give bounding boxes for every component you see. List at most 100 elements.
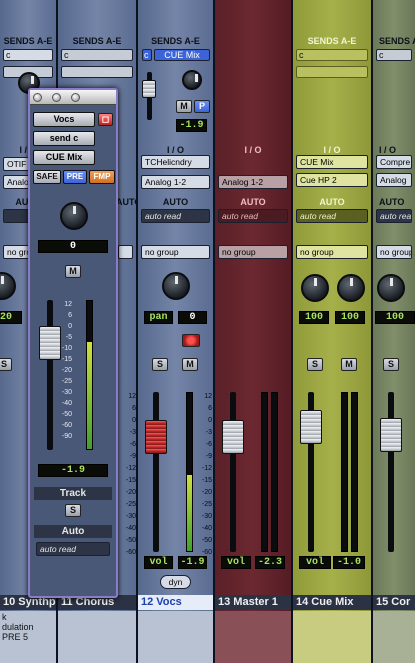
send-fader-track[interactable] [47, 300, 53, 450]
send-slot-a[interactable]: c [296, 49, 368, 61]
sends-header: SENDS A-E [72, 36, 122, 46]
dyn-button[interactable]: dyn [160, 575, 191, 589]
scale-tick-label: -60 [61, 422, 72, 429]
solo-button[interactable]: S [307, 358, 323, 371]
sends-header: SENDS A-E [379, 36, 415, 46]
scale-tick-label: -20 [61, 367, 72, 374]
pre-button[interactable]: PRE [63, 170, 87, 184]
auto-section-label: Auto [34, 525, 112, 538]
meter-scale-label: -6 [129, 441, 136, 448]
mute-button[interactable]: M [182, 358, 198, 371]
input-selector[interactable]: TCHelicndry [141, 155, 210, 169]
send-pan-value: 0 [38, 240, 108, 253]
send-slot-b[interactable]: CUE Mix [154, 49, 210, 61]
record-enable-button[interactable] [182, 334, 200, 347]
send-mute-button[interactable]: M [65, 265, 81, 278]
send-mute-button[interactable]: M [176, 100, 192, 113]
pan-knob-left[interactable] [301, 274, 329, 302]
close-window-icon[interactable] [33, 93, 42, 102]
group-selector[interactable]: no group [141, 245, 210, 259]
track-comments[interactable] [138, 611, 213, 663]
send-automation-mode[interactable]: auto read [36, 542, 110, 556]
io-header: I / O [166, 145, 184, 155]
send-slot-a[interactable]: c [61, 49, 133, 61]
send-level-knob[interactable] [182, 70, 202, 90]
scale-tick-label: 0 [68, 323, 72, 330]
sends-header: SENDS A-E [307, 36, 357, 46]
send-pan-knob[interactable] [60, 202, 88, 230]
track-comments[interactable] [373, 611, 415, 663]
volume-fader-track[interactable] [153, 392, 159, 552]
volume-fader-cap[interactable] [380, 418, 402, 452]
output-selector[interactable]: Cue HP 2 [296, 173, 368, 187]
volume-fader-cap[interactable] [145, 420, 167, 454]
output-selector[interactable]: Analog 1-2 [218, 175, 288, 189]
zoom-window-icon[interactable] [71, 93, 80, 102]
pan-knob[interactable] [377, 274, 405, 302]
pan-knob-right[interactable] [337, 274, 365, 302]
scale-tick-label: -25 [61, 378, 72, 385]
group-selector[interactable]: no group [296, 245, 368, 259]
send-slot-a[interactable]: c [3, 49, 53, 61]
send-slot-a[interactable]: c [142, 49, 152, 61]
meter-scale-label: -15 [125, 477, 136, 484]
sends-header: SENDS A-E [151, 36, 200, 46]
volume-fader-cap[interactable] [300, 410, 322, 444]
automation-mode[interactable]: auto rea [376, 209, 412, 223]
meter-scale-label: 12 [204, 393, 212, 400]
solo-button[interactable]: S [152, 358, 168, 371]
solo-button[interactable]: S [383, 358, 399, 371]
meter-scale-label: -40 [201, 525, 212, 532]
automation-mode[interactable]: auto read [296, 209, 368, 223]
send-output-window[interactable]: Vocs ◻ send c CUE Mix SAFE PRE FMP 0 M 1… [28, 88, 118, 598]
output-selector[interactable]: Analog 1-2 [141, 175, 210, 189]
level-meter-right [351, 392, 358, 552]
meter-scale-label: -20 [125, 489, 136, 496]
group-selector[interactable] [118, 245, 133, 259]
meter-scale-label: -30 [125, 513, 136, 520]
track-name[interactable]: 13 Master 1 [215, 595, 291, 610]
fmp-button[interactable]: FMP [89, 170, 115, 184]
send-solo-button[interactable]: S [65, 504, 81, 517]
track-name[interactable]: 12 Vocs [138, 595, 213, 610]
mute-button[interactable]: M [341, 358, 357, 371]
track-comments[interactable]: k dulation PRE 5 [0, 611, 56, 663]
send-selector[interactable]: send c [33, 131, 95, 146]
track-name[interactable]: 14 Cue Mix [293, 595, 371, 610]
send-pre-button[interactable]: P [194, 100, 210, 113]
auto-header: AUTO [319, 197, 345, 207]
meter-scale-label: 6 [132, 405, 136, 412]
track-comments[interactable] [215, 611, 291, 663]
group-selector[interactable]: no group [376, 245, 412, 259]
input-selector[interactable]: Compre [376, 155, 412, 169]
pan-knob[interactable] [162, 272, 190, 300]
meter-scale-label: 0 [132, 417, 136, 424]
send-mini-fader-cap[interactable] [142, 80, 156, 98]
group-selector[interactable]: no group [218, 245, 288, 259]
automation-mode[interactable]: auto read [141, 209, 210, 223]
track-comments[interactable] [58, 611, 136, 663]
send-target-selector[interactable]: CUE Mix [33, 150, 95, 165]
track-name[interactable]: 15 Cor [373, 595, 415, 610]
solo-button[interactable]: S [0, 358, 12, 371]
safe-button[interactable]: SAFE [33, 170, 61, 184]
output-selector[interactable]: Analog [376, 173, 412, 187]
volume-fader-cap[interactable] [222, 420, 244, 454]
send-slot-b[interactable] [61, 66, 133, 78]
track-selector[interactable]: Vocs [33, 112, 95, 127]
input-selector[interactable]: CUE Mix [296, 155, 368, 169]
io-header: I / O [244, 145, 262, 155]
volume-fader-track[interactable] [388, 392, 394, 552]
automation-mode[interactable]: auto read [218, 209, 288, 223]
track-section-label: Track [34, 487, 112, 500]
window-titlebar[interactable] [30, 90, 116, 105]
target-toggle-icon[interactable]: ◻ [98, 113, 113, 126]
minimize-window-icon[interactable] [52, 93, 61, 102]
vol-value: -2.3 [255, 556, 285, 569]
volume-fader-track[interactable] [230, 392, 236, 552]
pan-knob[interactable] [0, 272, 16, 300]
track-comments[interactable] [293, 611, 371, 663]
send-slot-a[interactable]: c [376, 49, 412, 61]
send-slot-b[interactable] [296, 66, 368, 78]
scale-tick-label: -90 [61, 433, 72, 440]
